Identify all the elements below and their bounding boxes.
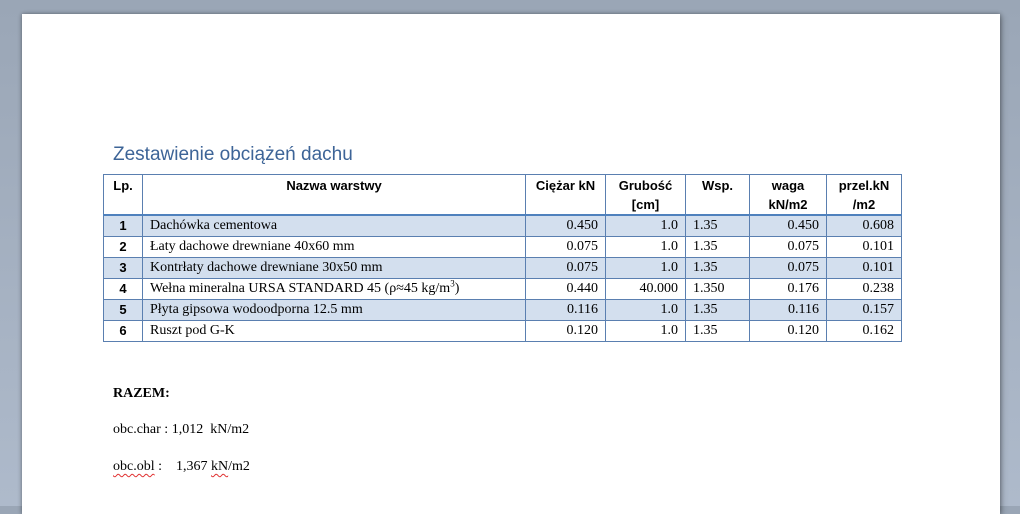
cell-lp: 5 <box>103 299 143 321</box>
cell-weight: 0.075 <box>525 236 606 258</box>
header-thickness-line2: [cm] <box>631 197 660 212</box>
header-przel-line1: przel.kN <box>838 178 890 193</box>
cell-factor: 1.35 <box>685 214 750 237</box>
cell-waga: 0.120 <box>749 320 827 342</box>
cell-przel: 0.238 <box>826 278 902 300</box>
cell-thickness: 1.0 <box>605 257 686 279</box>
header-przel: przel.kN /m2 <box>826 174 902 216</box>
cell-przel: 0.157 <box>826 299 902 321</box>
section-heading: Zestawienie obciążeń dachu <box>113 144 353 165</box>
cell-thickness: 1.0 <box>605 236 686 258</box>
table-row: 3 Kontrłaty dachowe drewniane 30x50 mm 0… <box>103 257 902 279</box>
cell-thickness: 1.0 <box>605 299 686 321</box>
table-row: 5 Płyta gipsowa wodoodporna 12.5 mm 0.11… <box>103 299 902 321</box>
summary-obl-unit-rest: /m2 <box>228 459 250 474</box>
cell-thickness: 1.0 <box>605 320 686 342</box>
header-waga: waga kN/m2 <box>749 174 827 216</box>
cell-przel: 0.101 <box>826 236 902 258</box>
cell-waga: 0.116 <box>749 299 827 321</box>
cell-waga: 0.075 <box>749 257 827 279</box>
cell-weight: 0.440 <box>525 278 606 300</box>
cell-weight: 0.116 <box>525 299 606 321</box>
summary-obl-label: obc.obl <box>113 459 155 474</box>
cell-lp: 6 <box>103 320 143 342</box>
cell-przel: 0.101 <box>826 257 902 279</box>
table-row: 6 Ruszt pod G-K 0.120 1.0 1.35 0.120 0.1… <box>103 320 902 342</box>
header-przel-line2: /m2 <box>852 197 876 212</box>
cell-factor: 1.35 <box>685 320 750 342</box>
cell-lp: 2 <box>103 236 143 258</box>
header-name: Nazwa warstwy <box>142 174 526 216</box>
cell-name: Kontrłaty dachowe drewniane 30x50 mm <box>142 257 526 279</box>
cell-factor: 1.35 <box>685 257 750 279</box>
cell-name: Ruszt pod G-K <box>142 320 526 342</box>
header-factor: Wsp. <box>685 174 750 216</box>
table-row: 1 Dachówka cementowa 0.450 1.0 1.35 0.45… <box>103 214 902 237</box>
header-waga-line1: waga <box>771 178 805 193</box>
summary-char-label: obc.char : <box>113 422 172 437</box>
summary-title: RAZEM: <box>113 386 170 401</box>
document-page: Zestawienie obciążeń dachu Lp. Nazwa war… <box>22 14 1000 514</box>
table-row: 2 Łaty dachowe drewniane 40x60 mm 0.075 … <box>103 236 902 258</box>
cell-name-end: ) <box>454 281 460 296</box>
cell-name: Łaty dachowe drewniane 40x60 mm <box>142 236 526 258</box>
cell-lp: 3 <box>103 257 143 279</box>
cell-przel: 0.608 <box>826 214 902 237</box>
cell-waga: 0.450 <box>749 214 827 237</box>
summary-char-line: obc.char : 1,012 kN/m2 <box>113 422 249 438</box>
header-weight: Ciężar kN <box>525 174 606 216</box>
cell-name-text: Wełna mineralna URSA STANDARD 45 (ρ≈45 k… <box>150 281 451 296</box>
header-thickness: Grubość [cm] <box>605 174 686 216</box>
summary-obl-line: obc.obl : 1,367 kN/m2 <box>113 459 250 475</box>
cell-factor: 1.350 <box>685 278 750 300</box>
cell-thickness: 40.000 <box>605 278 686 300</box>
table-header-row: Lp. Nazwa warstwy Ciężar kN Grubość [cm]… <box>103 174 902 216</box>
cell-name: Dachówka cementowa <box>142 214 526 237</box>
cell-weight: 0.075 <box>525 257 606 279</box>
cell-waga: 0.075 <box>749 236 827 258</box>
header-thickness-line1: Grubość <box>618 178 673 193</box>
summary-char-value: 1,012 kN/m2 <box>171 422 250 437</box>
cell-weight: 0.120 <box>525 320 606 342</box>
table-row: 4 Wełna mineralna URSA STANDARD 45 (ρ≈45… <box>103 278 902 300</box>
cell-lp: 1 <box>103 214 143 237</box>
summary-obl-unit: kN <box>211 459 229 474</box>
cell-przel: 0.162 <box>826 320 902 342</box>
summary-obl-value: : 1,367 <box>154 459 211 474</box>
cell-name: Wełna mineralna URSA STANDARD 45 (ρ≈45 k… <box>142 278 526 300</box>
cell-thickness: 1.0 <box>605 214 686 237</box>
cell-factor: 1.35 <box>685 236 750 258</box>
cell-lp: 4 <box>103 278 143 300</box>
cell-waga: 0.176 <box>749 278 827 300</box>
header-waga-line2: kN/m2 <box>768 197 808 212</box>
loads-table: Lp. Nazwa warstwy Ciężar kN Grubość [cm]… <box>103 174 902 342</box>
header-lp: Lp. <box>103 174 143 216</box>
cell-factor: 1.35 <box>685 299 750 321</box>
cell-weight: 0.450 <box>525 214 606 237</box>
cell-name: Płyta gipsowa wodoodporna 12.5 mm <box>142 299 526 321</box>
